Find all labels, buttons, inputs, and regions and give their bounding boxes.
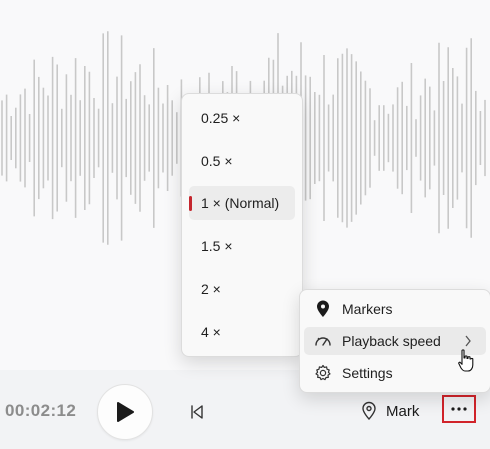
menu-item-label: Settings	[342, 365, 393, 381]
time-display: 00:02:12	[5, 401, 77, 420]
speed-option-label: 4 ×	[201, 324, 221, 340]
speed-option-label: 2 ×	[201, 281, 221, 297]
selected-indicator	[189, 196, 192, 211]
speed-option-label: 1.5 ×	[201, 238, 233, 254]
menu-item-label: Markers	[342, 301, 393, 317]
speed-option-1-normal[interactable]: 1 × (Normal)	[189, 186, 295, 220]
mark-label: Mark	[386, 402, 420, 420]
speed-option-0-5[interactable]: 0.5 ×	[189, 144, 295, 178]
speed-option-label: 1 × (Normal)	[201, 195, 280, 211]
speed-option-label: 0.25 ×	[201, 110, 241, 126]
more-options-button[interactable]	[442, 395, 476, 423]
chevron-right-icon	[464, 334, 472, 350]
gear-icon	[314, 364, 332, 382]
speed-option-label: 0.5 ×	[201, 153, 233, 169]
speed-option-4[interactable]: 4 ×	[189, 315, 295, 349]
speedometer-icon	[314, 332, 332, 350]
play-icon	[117, 402, 134, 422]
playback-speed-submenu: 0.25 × 0.5 × 1 × (Normal) 1.5 × 2 × 4 ×	[181, 93, 303, 357]
mouse-cursor	[458, 349, 474, 378]
play-button[interactable]	[97, 384, 153, 440]
speed-option-0-25[interactable]: 0.25 ×	[189, 101, 295, 135]
location-pin-icon	[362, 401, 376, 421]
hand-cursor-icon	[458, 349, 474, 372]
skip-back-button[interactable]	[183, 398, 211, 426]
skip-back-icon	[191, 405, 203, 419]
menu-item-markers[interactable]: Markers	[304, 295, 486, 323]
mark-button[interactable]: Mark	[360, 396, 419, 426]
speed-option-1-5[interactable]: 1.5 ×	[189, 229, 295, 263]
marker-pin-icon	[314, 300, 332, 318]
ellipsis-icon	[451, 407, 467, 411]
menu-item-label: Playback speed	[342, 333, 441, 349]
speed-option-2[interactable]: 2 ×	[189, 272, 295, 306]
voice-recorder-app: 00:02:12 Mark 0.25 × 0.5 × 1 × (Normal) …	[0, 0, 490, 449]
